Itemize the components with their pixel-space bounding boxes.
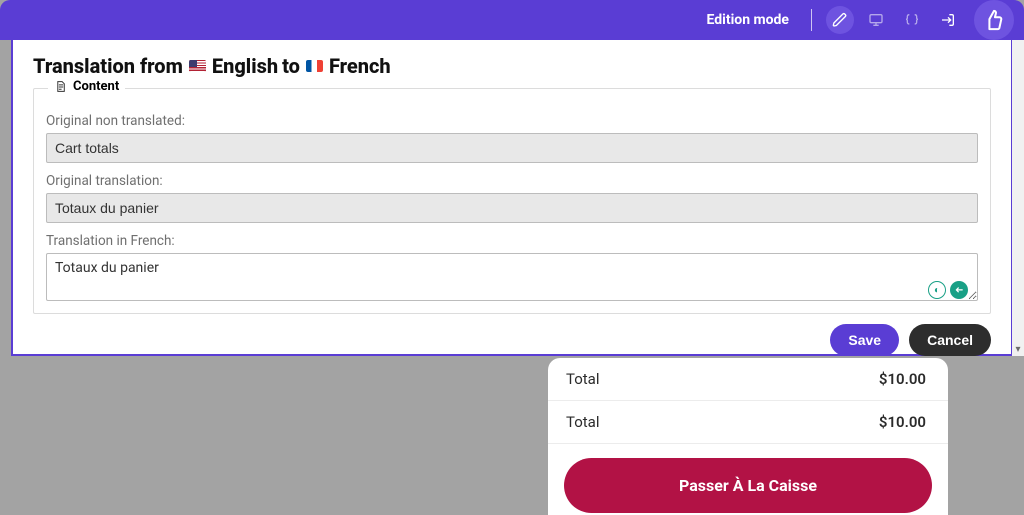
save-button[interactable]: Save [830, 324, 899, 356]
flag-fr-icon [306, 60, 323, 72]
title-prefix: Translation from [33, 54, 183, 78]
cart-row-value: $10.00 [879, 370, 926, 388]
scroll-down-icon[interactable]: ▾ [1012, 344, 1024, 356]
document-icon [54, 80, 67, 93]
modal-actions: Save Cancel [33, 324, 991, 356]
monitor-icon [868, 12, 884, 28]
lang-to: French [329, 54, 391, 78]
code-braces-icon [904, 12, 920, 28]
flag-us-icon [189, 60, 206, 72]
original-non-translated-field [46, 133, 978, 163]
brand-badge[interactable] [974, 0, 1014, 40]
cart-row-label: Total [566, 370, 879, 388]
textarea-action-badges: ◐ ➜ [928, 281, 968, 299]
table-row: Total $10.00 [548, 401, 948, 444]
translation-modal: Translation from English to French Conte… [11, 40, 1013, 356]
cart-row-value: $10.00 [879, 413, 926, 431]
translation-input-wrap: ◐ ➜ [46, 253, 978, 305]
undo-icon: ➜ [955, 285, 963, 296]
editor-topbar: Edition mode [0, 0, 1024, 40]
checkout-button-label: Passer À La Caisse [679, 476, 817, 495]
edit-icon-button[interactable] [826, 6, 854, 34]
exit-button[interactable] [934, 6, 962, 34]
original-translation-field [46, 193, 978, 223]
exit-icon [940, 12, 956, 28]
checkout-button[interactable]: Passer À La Caisse [564, 458, 932, 513]
lang-from: English [212, 54, 278, 78]
label-original-translation: Original translation: [46, 173, 978, 189]
cancel-button[interactable]: Cancel [909, 324, 991, 356]
cart-row-label: Total [566, 413, 879, 431]
lightbulb-icon: ◐ [934, 285, 940, 296]
mode-label: Edition mode [707, 12, 789, 28]
label-original-non-translated: Original non translated: [46, 113, 978, 129]
modal-title: Translation from English to French [33, 54, 991, 78]
divider [811, 9, 812, 31]
translation-input[interactable] [46, 253, 978, 301]
cart-totals-card: Total $10.00 Total $10.00 Passer À La Ca… [548, 358, 948, 515]
revert-chip[interactable]: ➜ [950, 281, 968, 299]
content-fieldset: Content Original non translated: Origina… [33, 88, 991, 314]
title-mid: to [282, 54, 300, 78]
desktop-preview-button[interactable] [862, 6, 890, 34]
legend-label: Content [73, 79, 119, 94]
label-translation-in-target: Translation in French: [46, 233, 978, 249]
thumbs-up-icon [983, 9, 1005, 31]
modal-scrollbar[interactable]: ▾ [1012, 40, 1024, 356]
pencil-icon [832, 12, 848, 28]
fieldset-legend: Content [48, 79, 125, 94]
code-view-button[interactable] [898, 6, 926, 34]
suggestion-chip[interactable]: ◐ [928, 281, 946, 299]
table-row: Total $10.00 [548, 358, 948, 401]
